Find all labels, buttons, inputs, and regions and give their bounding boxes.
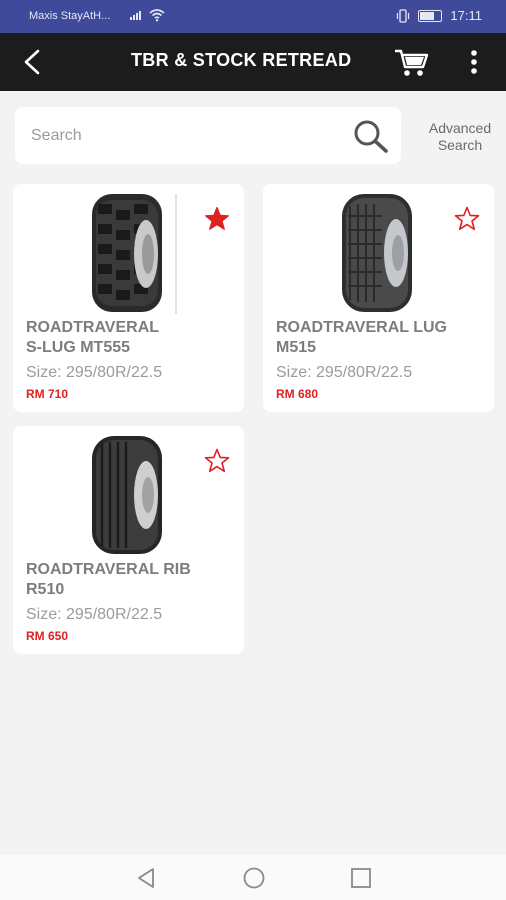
signal-icon [130, 11, 141, 20]
search-icon[interactable] [351, 117, 391, 157]
product-name: ROADTRAVERAL LUG M515 [276, 319, 447, 356]
product-card[interactable]: ROADTRAVERAL S-LUG MT555 Size: 295/80R/2… [13, 184, 244, 412]
search-input[interactable] [29, 121, 343, 151]
system-nav-bar [0, 855, 506, 900]
product-size: Size: 295/80R/22.5 [276, 364, 413, 381]
cart-icon[interactable] [393, 45, 431, 79]
product-size: Size: 295/80R/22.5 [26, 606, 163, 623]
product-card[interactable]: ROADTRAVERAL RIB R510 Size: 295/80R/22.5… [13, 426, 244, 654]
vibrate-icon [397, 8, 410, 23]
favorite-star-icon[interactable] [454, 206, 480, 232]
tyre-image [342, 194, 412, 312]
battery-icon [418, 9, 443, 22]
favorite-star-icon[interactable] [204, 206, 230, 232]
wifi-icon [149, 9, 165, 22]
advanced-search-link[interactable]: Advanced Search [416, 120, 504, 154]
page-title: TBR & STOCK RETREAD [131, 50, 352, 70]
product-card[interactable]: ROADTRAVERAL LUG M515 Size: 295/80R/22.5… [263, 184, 494, 412]
carrier-name: Maxis StayAtH... [29, 10, 111, 22]
more-vert-icon[interactable] [462, 46, 486, 78]
advanced-search-line2: Search [437, 137, 483, 153]
nav-recents-icon[interactable] [348, 865, 374, 891]
product-size: Size: 295/80R/22.5 [26, 364, 163, 381]
product-price: RM 680 [276, 387, 319, 401]
product-price: RM 650 [26, 629, 69, 643]
product-name: ROADTRAVERAL S-LUG MT555 [26, 319, 160, 356]
clock: 17:11 [450, 8, 482, 23]
app-bar: TBR & STOCK RETREAD [0, 33, 506, 91]
product-price: RM 710 [26, 387, 69, 401]
status-bar: Maxis StayAtH... 17:11 [0, 0, 506, 33]
tyre-image [92, 194, 162, 312]
image-divider [175, 194, 177, 314]
nav-home-icon[interactable] [241, 865, 267, 891]
back-arrow-icon[interactable] [18, 45, 48, 79]
advanced-search-line1: Advanced [428, 120, 492, 136]
search-bar [15, 107, 401, 164]
tyre-image [92, 436, 162, 554]
nav-back-icon[interactable] [133, 865, 159, 891]
product-name: ROADTRAVERAL RIB R510 [26, 561, 191, 598]
favorite-star-icon[interactable] [204, 448, 230, 474]
